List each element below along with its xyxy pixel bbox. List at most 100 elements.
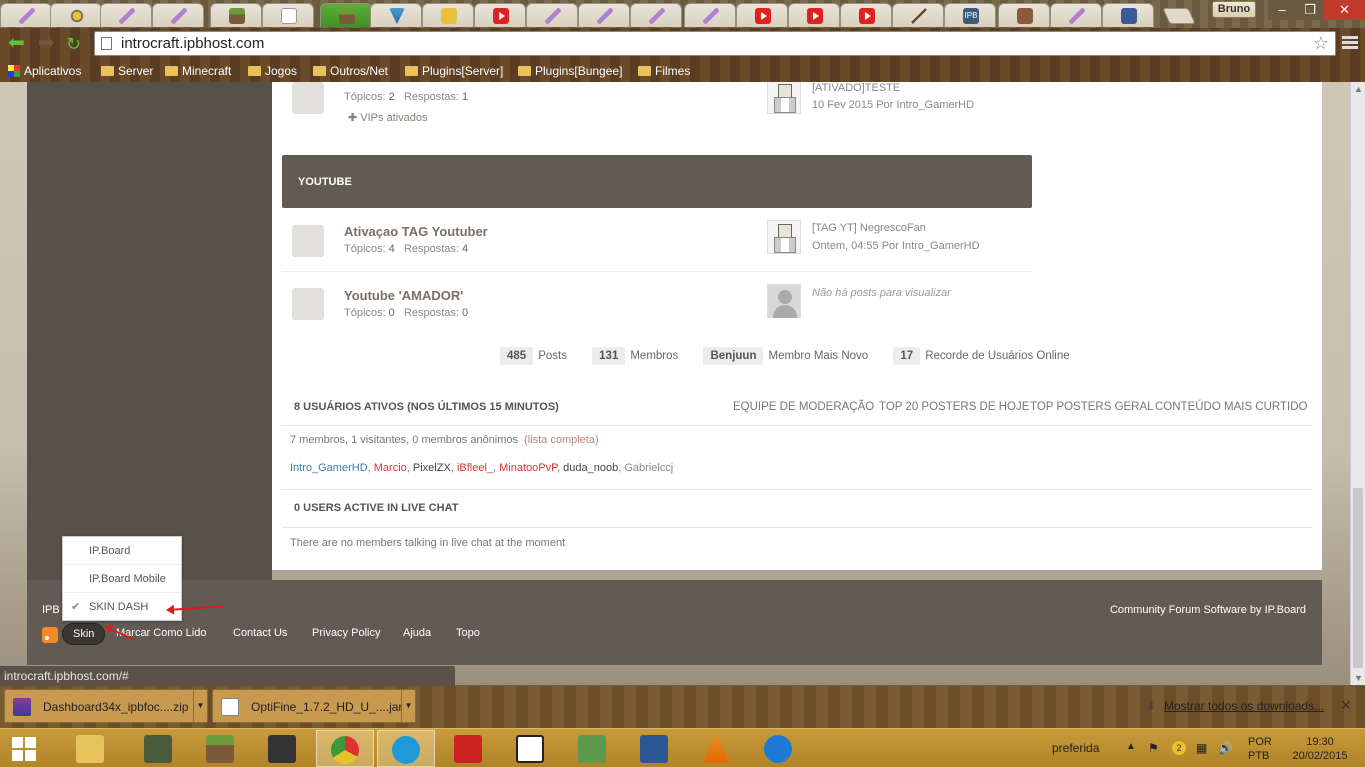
volume-icon[interactable]: 🔊 [1218, 741, 1233, 755]
browser-tab[interactable] [422, 3, 474, 27]
profile-badge[interactable]: Bruno [1212, 1, 1256, 18]
browser-tab[interactable] [1050, 3, 1102, 27]
user-link[interactable]: Intro_GamerHD [290, 462, 368, 474]
browser-tab[interactable] [630, 3, 682, 27]
network-icon[interactable]: ▦ [1196, 741, 1210, 755]
minimize-button[interactable]: – [1268, 0, 1296, 20]
taskbar-monitor[interactable] [254, 730, 312, 767]
browser-tab[interactable] [152, 3, 204, 27]
browser-tab[interactable] [370, 3, 422, 27]
system-clock[interactable]: 19:30 20/02/2015 [1290, 735, 1350, 763]
forum-title[interactable]: Ativaçao TAG Youtuber [344, 224, 488, 239]
taskbar-filezilla[interactable] [440, 730, 498, 767]
avatar[interactable] [767, 220, 801, 254]
taskbar-minecraft-launcher[interactable] [130, 730, 188, 767]
dropdown-arrow-icon[interactable]: ▼ [401, 690, 415, 722]
flag-icon[interactable]: ⚑ [1148, 741, 1162, 755]
bookmark-folder[interactable]: Minecraft [165, 63, 231, 79]
browser-tab[interactable] [684, 3, 736, 27]
close-icon[interactable]: ✕ [1340, 697, 1352, 714]
bookmark-folder[interactable]: Outros/Net [313, 63, 388, 79]
browser-tab[interactable] [840, 3, 892, 27]
user-link[interactable]: Gabrielccj [624, 462, 673, 474]
browser-tab[interactable] [0, 3, 52, 27]
most-liked-content-link[interactable]: CONTEÚDO MAIS CURTIDO [1155, 401, 1308, 413]
taskbar-skype[interactable] [377, 730, 435, 767]
forum-status-icon[interactable] [292, 82, 324, 114]
full-list-link[interactable]: (lista completa) [524, 434, 599, 446]
browser-tab[interactable] [262, 3, 314, 27]
user-link[interactable]: MinatooPvP [499, 462, 557, 474]
last-post-title[interactable]: [ATIVADO]TESTE [812, 82, 900, 94]
browser-tab[interactable]: IPB [944, 3, 996, 27]
notification-badge-icon[interactable]: 2 [1172, 741, 1186, 755]
newest-member-link[interactable]: Benjuun [703, 347, 764, 365]
bookmark-folder[interactable]: Plugins[Bungee] [518, 63, 622, 79]
back-arrow-icon[interactable]: ⬅ [8, 33, 28, 54]
tray-expand-icon[interactable]: ▲ [1126, 741, 1140, 755]
footer-credit-link[interactable]: Community Forum Software by IP.Board [1110, 604, 1306, 616]
browser-tab[interactable] [736, 3, 788, 27]
input-language[interactable]: POR PTB [1248, 735, 1272, 763]
bookmark-folder[interactable]: Filmes [638, 63, 690, 79]
taskbar-word[interactable] [626, 730, 684, 767]
url-text[interactable]: introcraft.ipbhost.com [121, 35, 264, 52]
download-item[interactable]: Dashboard34x_ipbfoc....zip ▼ [4, 689, 208, 723]
rss-icon[interactable] [42, 627, 58, 643]
scroll-down-icon[interactable]: ▼ [1354, 673, 1363, 683]
show-all-downloads-link[interactable]: Mostrar todos os downloads... [1164, 699, 1324, 713]
taskbar-app[interactable] [502, 730, 560, 767]
reload-icon[interactable]: ↻ [66, 34, 86, 54]
browser-tab[interactable] [50, 3, 102, 27]
contact-us-link[interactable]: Contact Us [233, 627, 287, 639]
skin-option-ipboard[interactable]: IP.Board [63, 537, 181, 565]
forum-status-icon[interactable] [292, 288, 324, 320]
taskbar-chrome[interactable] [316, 730, 374, 767]
browser-tab[interactable] [100, 3, 152, 27]
top-posters-today-link[interactable]: TOP 20 POSTERS DE HOJE [879, 401, 1029, 413]
bookmark-star-icon[interactable]: ☆ [1313, 33, 1329, 54]
browser-tab-active[interactable] [320, 3, 372, 27]
address-bar[interactable]: introcraft.ipbhost.com ☆ [94, 31, 1336, 56]
taskbar-minecraft[interactable] [192, 730, 250, 767]
hamburger-menu-icon[interactable] [1342, 36, 1358, 52]
top-link[interactable]: Topo [456, 627, 480, 639]
scrollbar-thumb[interactable] [1353, 488, 1363, 668]
user-link[interactable]: duda_noob [563, 462, 618, 474]
subforum-link[interactable]: ✚ VIPs ativados [348, 111, 428, 124]
dropdown-arrow-icon[interactable]: ▼ [193, 690, 207, 722]
vertical-scrollbar[interactable]: ▲ ▼ [1350, 82, 1365, 685]
avatar[interactable] [767, 82, 801, 114]
browser-tab[interactable] [210, 3, 262, 27]
bookmark-folder[interactable]: Server [101, 63, 153, 79]
forward-arrow-icon[interactable]: ➡ [38, 33, 58, 54]
browser-tab[interactable] [1102, 3, 1154, 27]
user-link[interactable]: iBfleel_ [457, 462, 493, 474]
skin-option-ipboard-mobile[interactable]: IP.Board Mobile [63, 565, 181, 593]
bookmark-folder[interactable]: Plugins[Server] [405, 63, 503, 79]
bookmark-folder[interactable]: Jogos [248, 63, 297, 79]
close-button[interactable]: ✕ [1324, 0, 1365, 20]
windows-start-icon[interactable] [12, 737, 36, 761]
new-tab-button[interactable] [1162, 8, 1196, 24]
browser-tab[interactable] [892, 3, 944, 27]
privacy-policy-link[interactable]: Privacy Policy [312, 627, 380, 639]
browser-tab[interactable] [578, 3, 630, 27]
browser-tab[interactable] [998, 3, 1050, 27]
taskbar-vlc[interactable] [688, 730, 746, 767]
last-post-author[interactable]: Intro_GamerHD [896, 99, 974, 111]
browser-tab[interactable] [526, 3, 578, 27]
scroll-up-icon[interactable]: ▲ [1354, 84, 1363, 94]
taskbar-explorer[interactable] [62, 730, 120, 767]
user-link[interactable]: Marcio [374, 462, 407, 474]
forum-status-icon[interactable] [292, 225, 324, 257]
user-link[interactable]: PixelZX [413, 462, 451, 474]
taskbar-app2[interactable] [750, 730, 808, 767]
help-link[interactable]: Ajuda [403, 627, 431, 639]
maximize-button[interactable]: ❐ [1296, 0, 1324, 20]
taskbar-notepad[interactable] [564, 730, 622, 767]
forum-title[interactable]: Youtube 'AMADOR' [344, 288, 463, 303]
browser-tab[interactable] [474, 3, 526, 27]
skin-option-skin-dash[interactable]: ✔ SKIN DASH [63, 593, 181, 621]
last-post-title[interactable]: [TAG YT] NegrescoFan [812, 222, 926, 234]
